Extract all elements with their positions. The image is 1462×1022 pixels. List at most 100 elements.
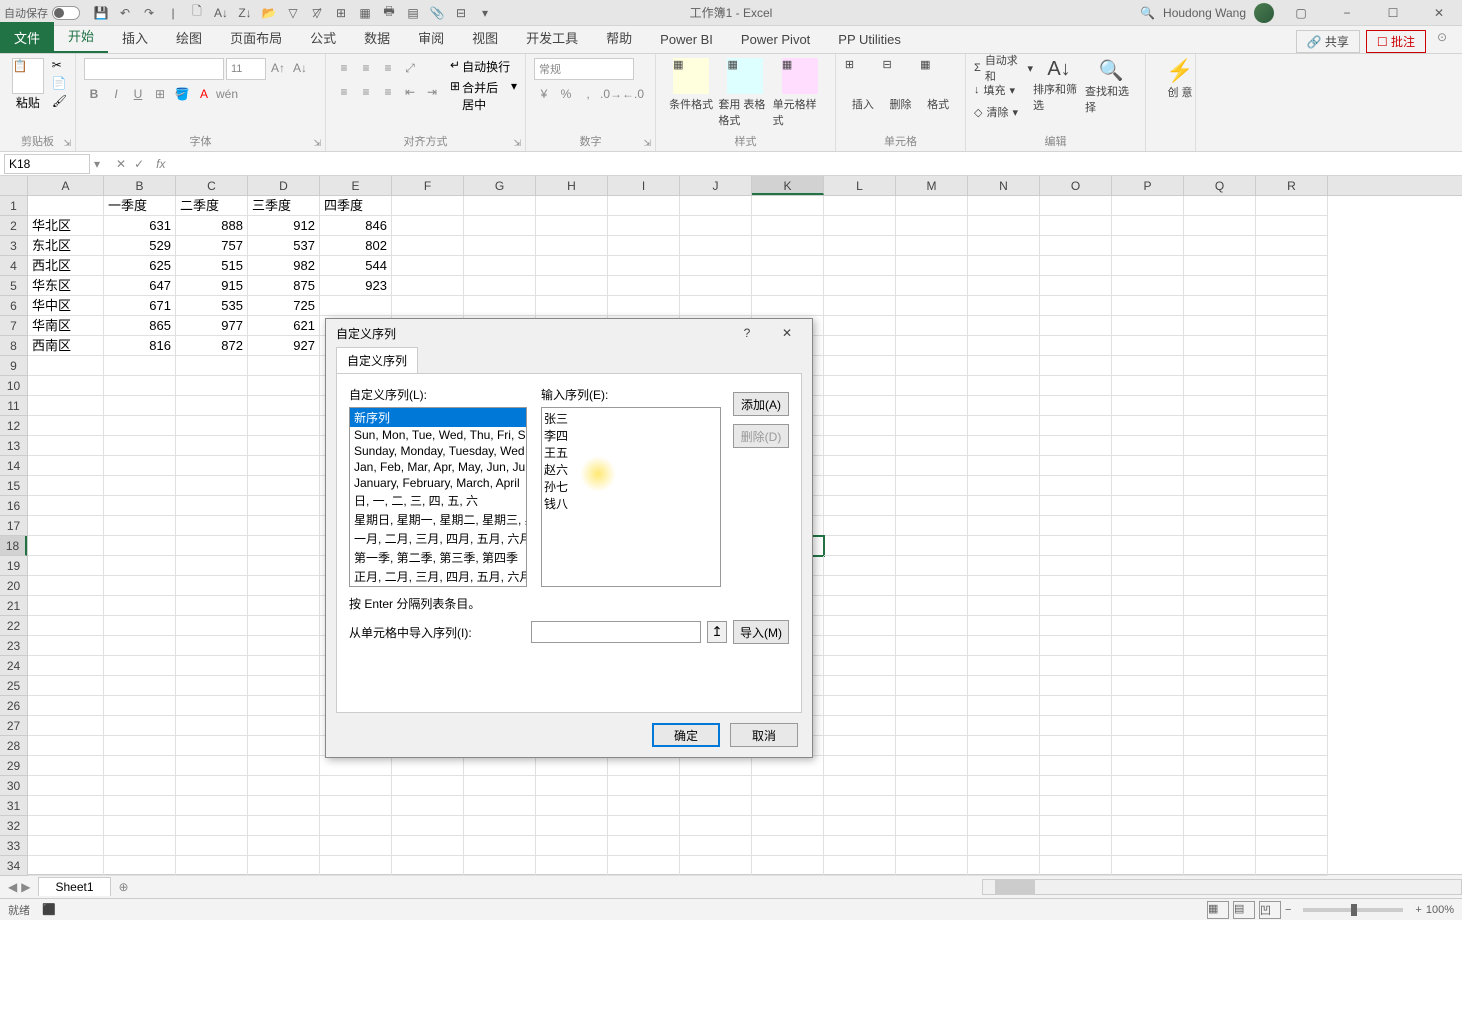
col-header[interactable]: C xyxy=(176,176,248,195)
cell[interactable] xyxy=(392,796,464,816)
cell[interactable] xyxy=(896,756,968,776)
cell[interactable] xyxy=(536,256,608,276)
name-box[interactable]: K18 xyxy=(4,154,90,174)
table-icon[interactable]: ⊟ xyxy=(450,2,472,24)
cell[interactable] xyxy=(1040,276,1112,296)
cell[interactable] xyxy=(392,276,464,296)
cell[interactable] xyxy=(1256,716,1328,736)
cell[interactable] xyxy=(104,496,176,516)
cell[interactable] xyxy=(896,576,968,596)
align-left-icon[interactable]: ≡ xyxy=(334,82,354,102)
cell[interactable] xyxy=(896,636,968,656)
cell[interactable] xyxy=(464,276,536,296)
cell[interactable] xyxy=(608,856,680,876)
cell[interactable] xyxy=(608,816,680,836)
cell[interactable] xyxy=(1112,416,1184,436)
cell[interactable] xyxy=(896,296,968,316)
cell[interactable] xyxy=(896,356,968,376)
cell[interactable]: 东北区 xyxy=(28,236,104,256)
cell[interactable] xyxy=(896,776,968,796)
cell[interactable] xyxy=(1184,656,1256,676)
row-header[interactable]: 13 xyxy=(0,436,27,456)
cell[interactable] xyxy=(1256,576,1328,596)
row-header[interactable]: 20 xyxy=(0,576,27,596)
row-header[interactable]: 17 xyxy=(0,516,27,536)
cell[interactable] xyxy=(248,476,320,496)
cell[interactable] xyxy=(1184,256,1256,276)
dialog-help-icon[interactable]: ? xyxy=(732,326,762,340)
cell[interactable] xyxy=(968,776,1040,796)
cell[interactable] xyxy=(392,216,464,236)
paste-button[interactable]: 📋 粘贴 xyxy=(8,58,48,111)
cell[interactable] xyxy=(248,816,320,836)
cell[interactable] xyxy=(1184,296,1256,316)
cell[interactable] xyxy=(824,596,896,616)
cell[interactable] xyxy=(176,416,248,436)
cell[interactable] xyxy=(464,776,536,796)
cell[interactable] xyxy=(1040,636,1112,656)
custom-lists-listbox[interactable]: 新序列Sun, Mon, Tue, Wed, Thu, Fri, SSunday… xyxy=(349,407,527,587)
cell[interactable] xyxy=(248,436,320,456)
cell[interactable] xyxy=(608,796,680,816)
cell[interactable] xyxy=(392,776,464,796)
clipboard-launcher-icon[interactable]: ⇲ xyxy=(63,138,71,149)
cell[interactable] xyxy=(1112,736,1184,756)
cell[interactable] xyxy=(248,376,320,396)
cell[interactable] xyxy=(1184,356,1256,376)
cell[interactable] xyxy=(1184,536,1256,556)
cell[interactable] xyxy=(1184,736,1256,756)
cell[interactable] xyxy=(28,836,104,856)
row-header[interactable]: 28 xyxy=(0,736,27,756)
cell[interactable] xyxy=(1256,656,1328,676)
cell[interactable] xyxy=(104,436,176,456)
select-all-corner[interactable] xyxy=(0,176,28,195)
cell[interactable] xyxy=(536,856,608,876)
confirm-edit-icon[interactable]: ✓ xyxy=(134,157,144,171)
cell[interactable] xyxy=(28,396,104,416)
cell[interactable] xyxy=(464,256,536,276)
list-item[interactable]: Jan, Feb, Mar, Apr, May, Jun, Ju xyxy=(350,459,526,475)
cell[interactable] xyxy=(1040,356,1112,376)
cell[interactable] xyxy=(1112,516,1184,536)
cell[interactable] xyxy=(752,256,824,276)
cell[interactable] xyxy=(968,516,1040,536)
list-item[interactable]: 第一季, 第二季, 第三季, 第四季 xyxy=(350,548,526,567)
delete-button[interactable]: 删除(D) xyxy=(733,424,789,448)
cell[interactable] xyxy=(1184,676,1256,696)
cell[interactable] xyxy=(1040,856,1112,876)
cell[interactable] xyxy=(1256,336,1328,356)
font-size-combo[interactable] xyxy=(226,58,266,80)
maximize-icon[interactable]: ☐ xyxy=(1374,1,1412,25)
row-header[interactable]: 23 xyxy=(0,636,27,656)
cell[interactable] xyxy=(968,416,1040,436)
cell[interactable] xyxy=(1256,416,1328,436)
filter-icon[interactable]: ▽ xyxy=(282,2,304,24)
col-header[interactable]: O xyxy=(1040,176,1112,195)
cell[interactable] xyxy=(28,556,104,576)
cell[interactable] xyxy=(104,776,176,796)
cell[interactable] xyxy=(824,236,896,256)
comments-button[interactable]: ☐ 批注 xyxy=(1366,30,1426,53)
cell[interactable] xyxy=(896,516,968,536)
cell[interactable] xyxy=(1112,336,1184,356)
cell[interactable]: 725 xyxy=(248,296,320,316)
cell[interactable] xyxy=(104,396,176,416)
cell[interactable] xyxy=(176,636,248,656)
cell[interactable] xyxy=(536,776,608,796)
cell[interactable] xyxy=(464,856,536,876)
cell[interactable] xyxy=(1040,656,1112,676)
cell[interactable]: 888 xyxy=(176,216,248,236)
sort-asc-icon[interactable]: A↓ xyxy=(210,2,232,24)
list-item[interactable]: 星期日, 星期一, 星期二, 星期三, 星 xyxy=(350,510,526,529)
cell[interactable] xyxy=(968,576,1040,596)
dec-decimal-icon[interactable]: ←.0 xyxy=(622,84,642,104)
cell[interactable] xyxy=(896,456,968,476)
cell[interactable] xyxy=(896,676,968,696)
col-header[interactable]: G xyxy=(464,176,536,195)
cell[interactable] xyxy=(104,796,176,816)
cell[interactable] xyxy=(464,196,536,216)
cell[interactable] xyxy=(392,256,464,276)
cell[interactable] xyxy=(968,496,1040,516)
cell[interactable]: 872 xyxy=(176,336,248,356)
close-icon[interactable]: ✕ xyxy=(1420,1,1458,25)
